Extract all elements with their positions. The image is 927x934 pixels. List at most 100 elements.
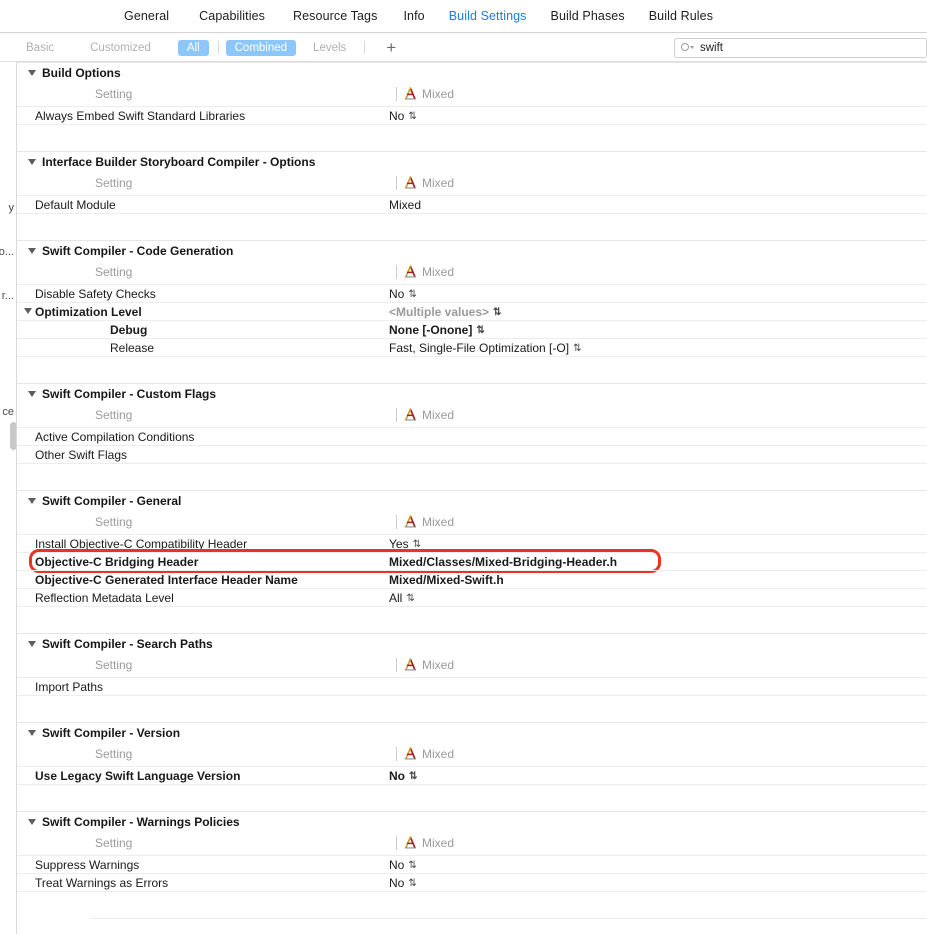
tab-info[interactable]: Info xyxy=(397,9,430,23)
setting-row[interactable]: Optimization Level <Multiple values> ⇅ xyxy=(17,302,927,320)
column-header-row: Setting Mixed xyxy=(17,511,927,534)
stepper-updown-icon[interactable]: ⇅ xyxy=(493,308,501,318)
setting-row[interactable]: Objective-C Bridging Header Mixed/Classes… xyxy=(17,552,927,570)
disclosure-triangle-icon[interactable] xyxy=(28,641,36,647)
navigator-item-fragment[interactable]: y xyxy=(9,202,15,214)
column-header-target: Mixed xyxy=(403,264,454,279)
filter-segment-combined[interactable]: Combined xyxy=(225,39,297,56)
tab-general[interactable]: General xyxy=(118,9,175,23)
stepper-updown-icon[interactable]: ⇅ xyxy=(406,594,414,604)
setting-row[interactable]: Disable Safety Checks No ⇅ xyxy=(17,284,927,302)
add-setting-button[interactable]: + xyxy=(382,39,400,56)
setting-value-text: No xyxy=(389,858,405,872)
disclosure-triangle-icon[interactable] xyxy=(28,391,36,397)
search-input[interactable]: swift xyxy=(700,42,723,54)
setting-row[interactable]: Other Swift Flags xyxy=(17,445,927,463)
section-header-swift-compiler-code-generation[interactable]: Swift Compiler - Code Generation xyxy=(17,240,927,261)
setting-row[interactable]: Debug None [-Onone] ⇅ xyxy=(17,320,927,338)
disclosure-triangle-icon[interactable] xyxy=(28,498,36,504)
setting-row[interactable]: Use Legacy Swift Language Version No ⇅ xyxy=(17,766,927,784)
setting-value[interactable]: Fast, Single-File Optimization [-O] ⇅ xyxy=(389,341,581,355)
disclosure-triangle-icon[interactable] xyxy=(24,308,32,314)
setting-value[interactable]: No ⇅ xyxy=(389,287,417,301)
column-header-target-label: Mixed xyxy=(422,407,455,422)
tab-build-phases[interactable]: Build Phases xyxy=(545,9,631,23)
stepper-updown-icon[interactable]: ⇅ xyxy=(413,540,421,550)
tab-capabilities[interactable]: Capabilities xyxy=(193,9,271,23)
section-header-swift-compiler-custom-flags[interactable]: Swift Compiler - Custom Flags xyxy=(17,383,927,404)
disclosure-triangle-icon[interactable] xyxy=(28,70,36,76)
filter-segment-customized[interactable]: Customized xyxy=(81,40,160,56)
setting-name: Optimization Level xyxy=(35,305,142,319)
setting-value[interactable]: No ⇅ xyxy=(389,876,417,890)
setting-row[interactable]: Release Fast, Single-File Optimization [-… xyxy=(17,338,927,356)
disclosure-triangle-icon[interactable] xyxy=(28,159,36,165)
column-header-target: Mixed xyxy=(403,514,454,529)
section-header-interface-builder-storyboard-compiler-options[interactable]: Interface Builder Storyboard Compiler - … xyxy=(17,151,927,172)
stepper-updown-icon[interactable]: ⇅ xyxy=(476,326,484,336)
setting-row[interactable]: Reflection Metadata Level All ⇅ xyxy=(17,588,927,606)
setting-value[interactable]: No ⇅ xyxy=(389,769,417,783)
section-title: Swift Compiler - Version xyxy=(42,726,181,740)
section-header-swift-compiler-general[interactable]: Swift Compiler - General xyxy=(17,490,927,511)
stepper-updown-icon[interactable]: ⇅ xyxy=(573,344,581,354)
setting-row[interactable]: Treat Warnings as Errors No ⇅ xyxy=(17,873,927,891)
setting-name: Always Embed Swift Standard Libraries xyxy=(35,109,246,123)
column-header-row: Setting Mixed xyxy=(17,83,927,106)
setting-row[interactable]: Objective-C Generated Interface Header N… xyxy=(17,570,927,588)
setting-row[interactable]: Suppress Warnings No ⇅ xyxy=(17,855,927,873)
section-header-swift-compiler-search-paths[interactable]: Swift Compiler - Search Paths xyxy=(17,633,927,654)
section-header-swift-compiler-version[interactable]: Swift Compiler - Version xyxy=(17,722,927,743)
setting-row[interactable]: Import Paths xyxy=(17,677,927,695)
stepper-updown-icon[interactable]: ⇅ xyxy=(409,772,417,782)
tab-build-settings[interactable]: Build Settings xyxy=(443,9,533,23)
filter-segment-levels[interactable]: Levels xyxy=(304,40,355,56)
column-header-target-label: Mixed xyxy=(422,86,455,101)
column-header-target-label: Mixed xyxy=(422,746,455,761)
navigator-item-fragment[interactable]: ce xyxy=(2,406,14,418)
disclosure-triangle-icon[interactable] xyxy=(28,248,36,254)
setting-row[interactable]: Always Embed Swift Standard Libraries No ⇅ xyxy=(17,106,927,124)
section-header-build-options[interactable]: Build Options xyxy=(17,62,927,83)
section-header-swift-compiler-warnings-policies[interactable]: Swift Compiler - Warnings Policies xyxy=(17,811,927,832)
tab-build-rules[interactable]: Build Rules xyxy=(643,9,719,23)
setting-value-text: Yes xyxy=(389,537,409,551)
setting-value[interactable]: No ⇅ xyxy=(389,858,417,872)
setting-value[interactable]: All ⇅ xyxy=(389,591,415,605)
setting-row[interactable]: Install Objective-C Compatibility Header… xyxy=(17,534,927,552)
setting-value-text: No xyxy=(389,109,405,123)
setting-name: Objective-C Bridging Header xyxy=(35,555,199,569)
setting-value[interactable]: Yes ⇅ xyxy=(389,537,421,551)
setting-name: Treat Warnings as Errors xyxy=(35,876,169,890)
section-title: Swift Compiler - Code Generation xyxy=(42,244,234,258)
stepper-updown-icon[interactable]: ⇅ xyxy=(408,861,416,871)
disclosure-triangle-icon[interactable] xyxy=(28,730,36,736)
setting-row-empty xyxy=(17,695,927,713)
setting-row[interactable]: Default Module Mixed xyxy=(17,195,927,213)
stepper-updown-icon[interactable]: ⇅ xyxy=(408,290,416,300)
navigator-item-fragment[interactable]: r... xyxy=(2,290,14,302)
column-header-target-label: Mixed xyxy=(422,514,455,529)
filter-segment-basic[interactable]: Basic xyxy=(17,40,63,56)
setting-name: Objective-C Generated Interface Header N… xyxy=(35,573,298,587)
setting-value[interactable]: Mixed xyxy=(389,198,421,212)
xcode-target-icon xyxy=(403,175,418,190)
setting-value-text: Mixed/Classes/Mixed-Bridging-Header.h xyxy=(389,555,618,569)
navigator-item-fragment[interactable]: o... xyxy=(0,246,14,258)
filter-segment-all[interactable]: All xyxy=(177,39,209,56)
setting-value[interactable]: Mixed/Mixed-Swift.h xyxy=(389,573,504,587)
setting-row[interactable]: Active Compilation Conditions xyxy=(17,427,927,445)
setting-row-empty xyxy=(17,356,927,374)
tab-resource-tags[interactable]: Resource Tags xyxy=(287,9,383,23)
column-header-target-label: Mixed xyxy=(422,264,455,279)
setting-value[interactable]: No ⇅ xyxy=(389,109,417,123)
setting-value[interactable]: Mixed/Classes/Mixed-Bridging-Header.h xyxy=(389,555,617,569)
column-header-target: Mixed xyxy=(403,835,454,850)
stepper-updown-icon[interactable]: ⇅ xyxy=(408,879,416,889)
xcode-target-icon xyxy=(403,264,418,279)
setting-value[interactable]: <Multiple values> ⇅ xyxy=(389,305,501,319)
search-field[interactable]: swift xyxy=(674,38,927,58)
disclosure-triangle-icon[interactable] xyxy=(28,819,36,825)
stepper-updown-icon[interactable]: ⇅ xyxy=(408,112,416,122)
setting-value[interactable]: None [-Onone] ⇅ xyxy=(389,323,485,337)
